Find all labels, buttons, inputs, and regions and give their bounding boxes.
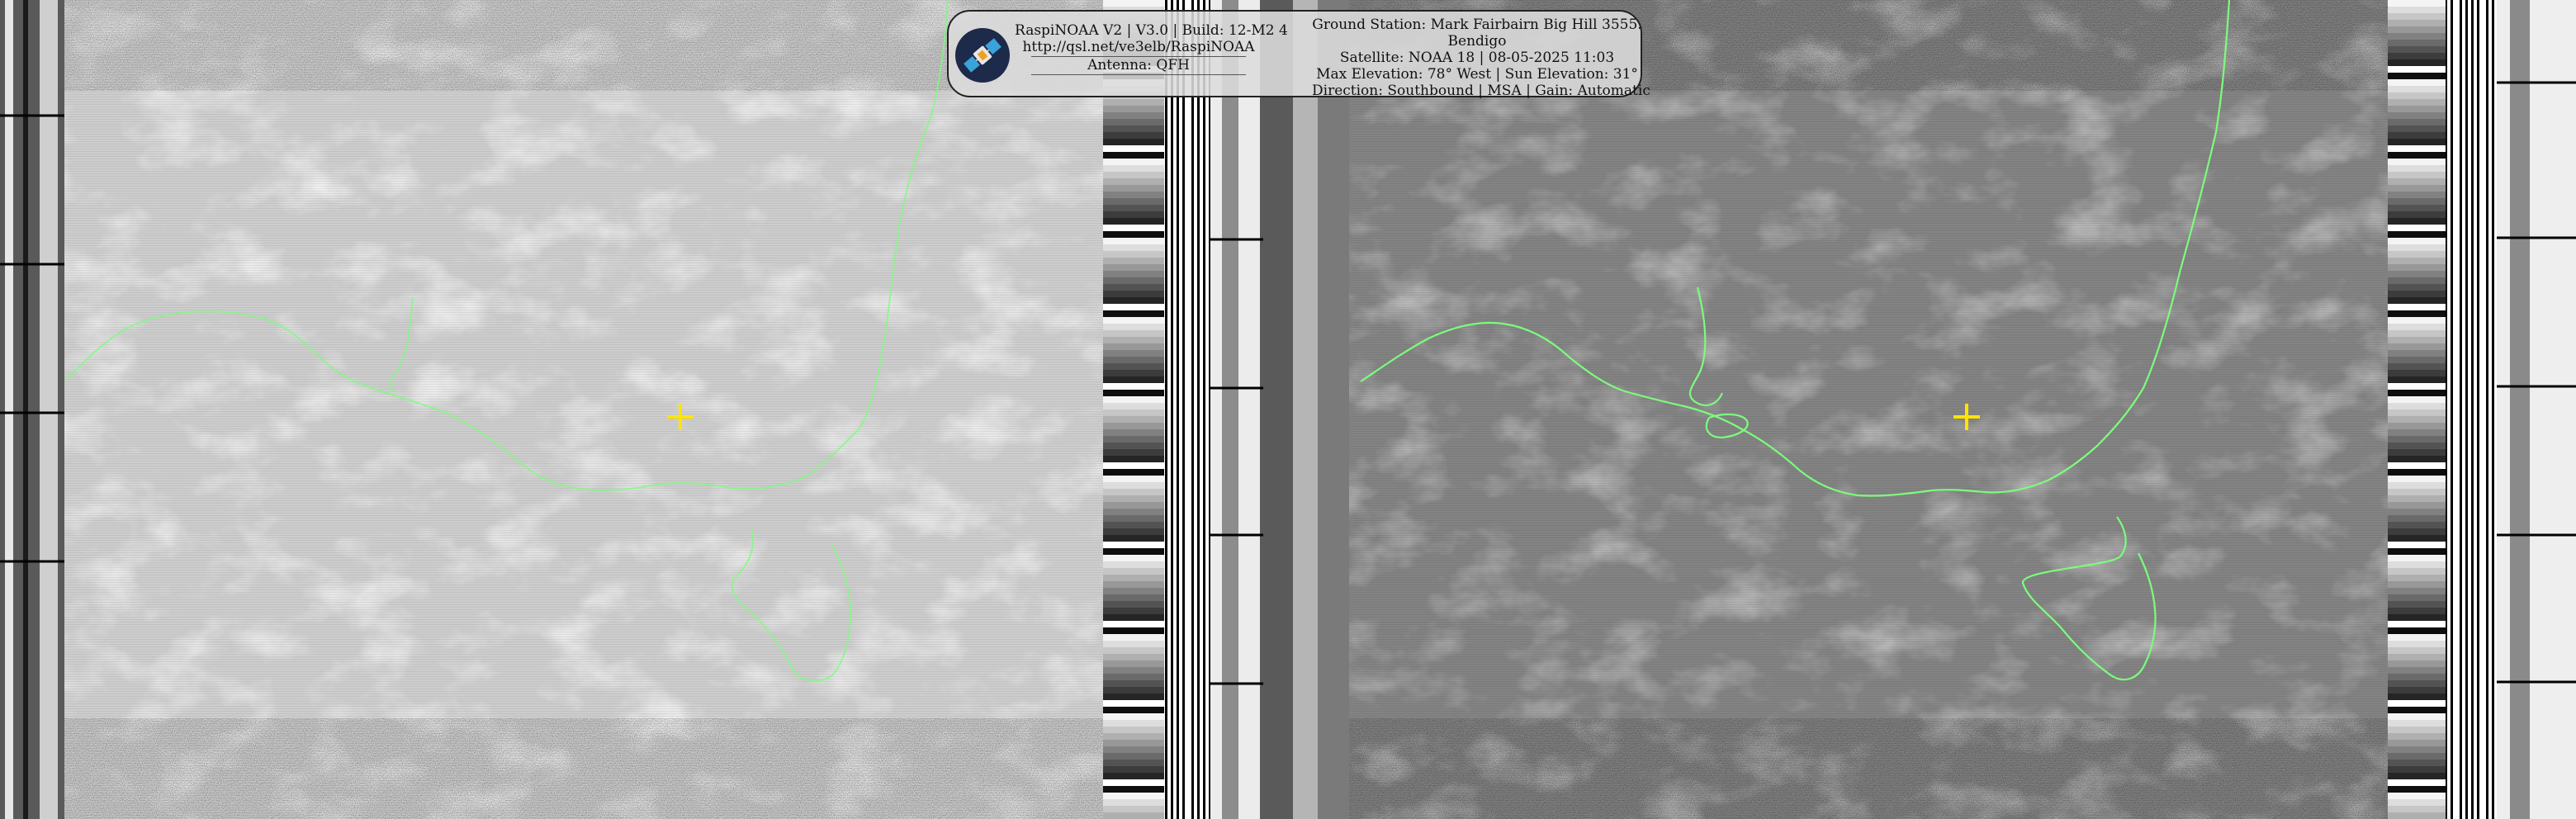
pass-info-overlay: RaspiNOAA V2 | V3.0 | Build: 12-M2 4 htt… [947, 10, 1650, 99]
app-version-text: RaspiNOAA V2 | V3.0 | Build: 12-M2 4 [1015, 22, 1288, 39]
direction-text: Direction: Southbound | MSA | Gain: Auto… [1312, 83, 1650, 99]
satellite-image-frame [0, 0, 2576, 819]
satellite-text: Satellite: NOAA 18 | 08-05-2025 11:03 [1339, 50, 1615, 66]
ground-station-text: Ground Station: Mark Fairbairn Big Hill … [1312, 17, 1642, 33]
sync-bar [40, 0, 58, 819]
satellite-icon [955, 28, 1010, 83]
calibration-wedge [1103, 0, 1164, 819]
apt-image [0, 0, 2576, 819]
app-info: RaspiNOAA V2 | V3.0 | Build: 12-M2 4 htt… [1015, 22, 1288, 75]
antenna-text: Antenna: QFH [1087, 57, 1190, 73]
space-strip [2497, 0, 2576, 819]
project-url: http://qsl.net/ve3elb/RaspiNOAA [1022, 39, 1255, 55]
ground-station-location: Bendigo [1447, 33, 1507, 50]
calibration-wedge [2388, 0, 2446, 819]
sync-pattern [1164, 0, 1210, 819]
sync-pattern [2446, 0, 2497, 819]
sync-bar [5, 0, 13, 819]
space-strip [1222, 0, 1238, 819]
elevation-text: Max Elevation: 78° West | Sun Elevation:… [1316, 66, 1638, 83]
scanlines [1349, 0, 2388, 819]
pass-details: Ground Station: Mark Fairbairn Big Hill … [1312, 17, 1650, 99]
sync-b-strip [1260, 0, 1293, 819]
sync-bar [23, 0, 28, 819]
sync-b-strip [1293, 0, 1318, 819]
sync-b-strip [1318, 0, 1349, 819]
scanlines [64, 0, 1103, 819]
divider [1031, 74, 1246, 75]
space-strip [2510, 0, 2530, 819]
